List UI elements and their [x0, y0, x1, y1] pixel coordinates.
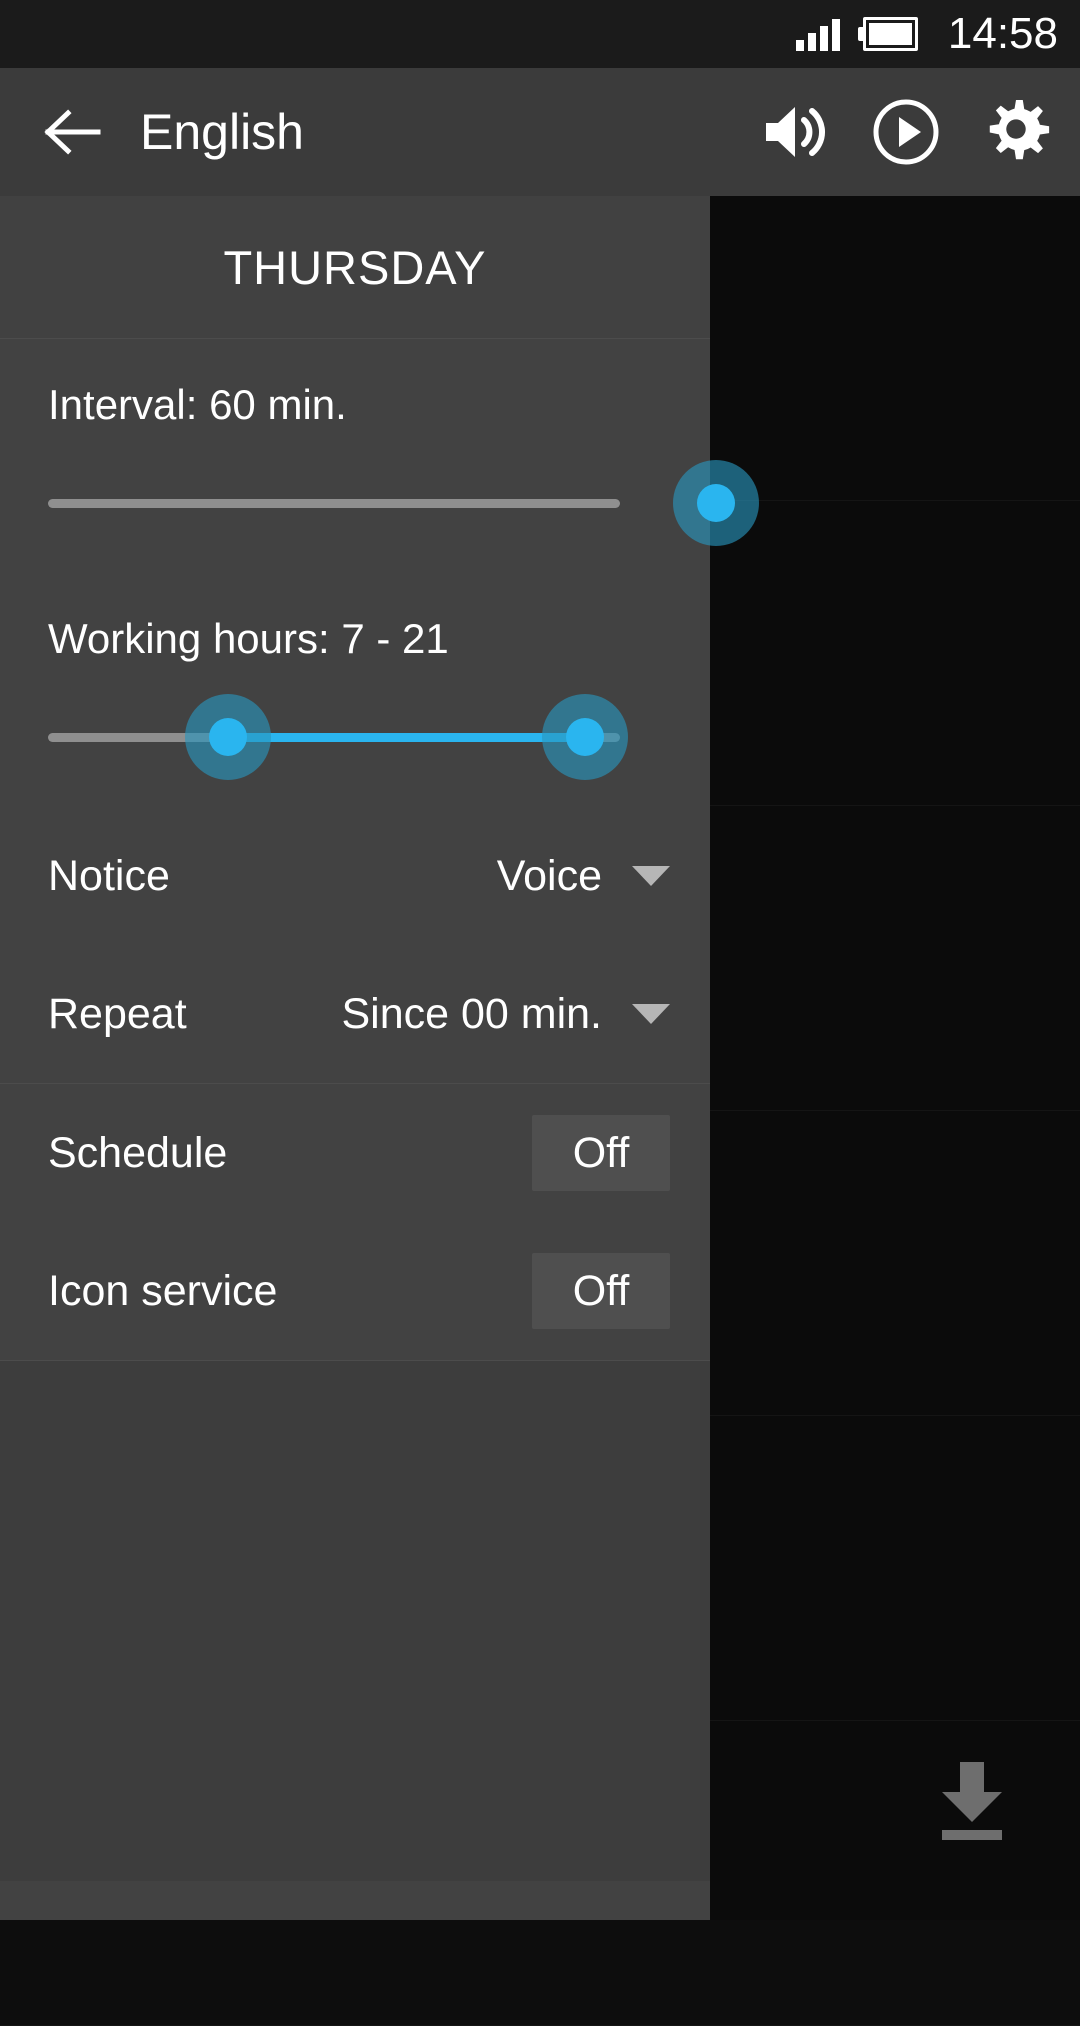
page-title: English [140, 104, 304, 160]
row-notice-value: Voice [496, 851, 602, 900]
status-bar: 14:58 [0, 0, 1080, 68]
download-icon[interactable] [934, 1760, 1010, 1842]
app-bar: English [0, 68, 1080, 196]
interval-slider-thumb-dot [697, 484, 735, 522]
status-bar-icons: 14:58 [795, 9, 1058, 58]
working-hours-thumb-end-dot [566, 718, 604, 756]
volume-icon[interactable] [762, 98, 830, 166]
working-hours-slider[interactable] [48, 694, 662, 780]
battery-icon [857, 17, 920, 51]
row-notice-value-group[interactable]: Voice [497, 852, 670, 901]
row-notice-label: Notice [48, 851, 170, 900]
row-repeat-value: Since 00 min. [341, 989, 602, 1038]
status-bar-clock: 14:58 [947, 9, 1058, 58]
day-header: THURSDAY [0, 196, 710, 338]
row-schedule[interactable]: Schedule Off [0, 1084, 710, 1222]
icon-service-toggle-button[interactable]: Off [532, 1253, 670, 1329]
app-bar-actions [762, 98, 1050, 166]
interval-slider[interactable] [48, 460, 759, 546]
row-icon-service-label: Icon service [48, 1266, 278, 1315]
row-notice[interactable]: Notice Voice [0, 807, 710, 945]
settings-drawer: THURSDAY Interval: 60 min. Working hours… [0, 196, 759, 1920]
interval-slider-thumb[interactable] [673, 460, 759, 546]
play-circle-icon[interactable] [872, 98, 940, 166]
row-icon-service[interactable]: Icon service Off [0, 1222, 710, 1360]
interval-label: Interval: 60 min. [48, 381, 347, 428]
chevron-down-icon[interactable] [632, 866, 670, 886]
row-repeat[interactable]: Repeat Since 00 min. [0, 945, 710, 1083]
working-hours-slider-thumb-start[interactable] [185, 694, 271, 780]
drawer-footer [0, 1361, 710, 1881]
signal-bars-icon [795, 17, 840, 51]
row-schedule-label: Schedule [48, 1128, 228, 1177]
working-hours-thumb-start-dot [209, 718, 247, 756]
working-hours-slider-block: Working hours: 7 - 21 [0, 573, 710, 807]
row-repeat-label: Repeat [48, 989, 187, 1038]
schedule-toggle-button[interactable]: Off [532, 1115, 670, 1191]
working-hours-label: Working hours: 7 - 21 [48, 615, 449, 662]
working-hours-slider-thumb-end[interactable] [542, 694, 628, 780]
interval-slider-block: Interval: 60 min. [0, 339, 759, 573]
row-repeat-value-group[interactable]: Since 00 min. [341, 990, 670, 1039]
interval-slider-track[interactable] [48, 498, 620, 508]
working-hours-slider-range-fill [228, 732, 583, 742]
chevron-down-icon[interactable] [632, 1004, 670, 1024]
back-arrow-icon[interactable] [40, 101, 102, 163]
day-title: THURSDAY [223, 240, 487, 294]
gear-icon[interactable] [982, 98, 1050, 166]
